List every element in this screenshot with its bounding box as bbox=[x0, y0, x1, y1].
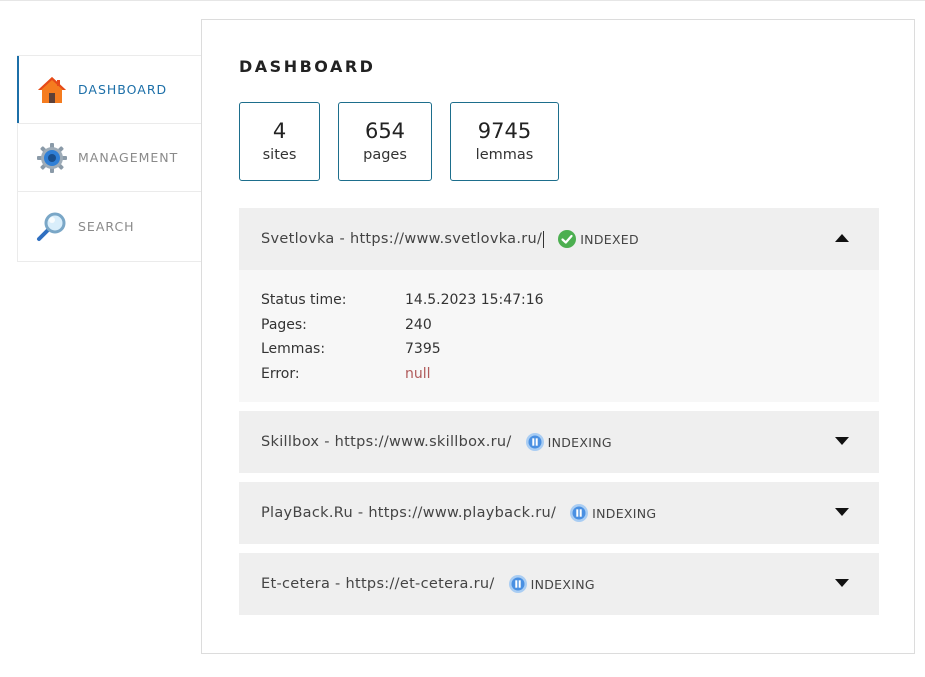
search-icon bbox=[36, 210, 68, 242]
status-badge: INDEXING bbox=[592, 505, 657, 521]
detail-key: Status time: bbox=[261, 292, 347, 308]
stats-row: 4 sites 654 pages 9745 lemmas bbox=[239, 102, 577, 181]
sidebar: DASHBOARD MANAGEMENT SEARCH bbox=[17, 55, 201, 262]
stat-value: 9745 bbox=[477, 118, 532, 143]
stat-label: sites bbox=[262, 146, 297, 163]
site-title: PlayBack.Ru - https://www.playback.ru/ bbox=[261, 505, 557, 521]
sidebar-item-label: MANAGEMENT bbox=[78, 150, 179, 165]
sidebar-item-dashboard[interactable]: DASHBOARD bbox=[17, 56, 201, 124]
chevron-down-icon[interactable] bbox=[835, 436, 849, 446]
sidebar-item-search[interactable]: SEARCH bbox=[18, 192, 201, 260]
site-item: Et-cetera - https://et-cetera.ru/ INDEXI… bbox=[239, 553, 879, 615]
pause-circle-icon bbox=[525, 433, 544, 451]
site-title: Svetlovka - https://www.svetlovka.ru/ bbox=[261, 231, 543, 247]
main-panel: DASHBOARD 4 sites 654 pages 9745 lemmas … bbox=[201, 19, 915, 654]
pause-circle-icon bbox=[570, 504, 589, 522]
sidebar-item-management[interactable]: MANAGEMENT bbox=[18, 124, 201, 192]
detail-key: Pages: bbox=[261, 316, 307, 333]
detail-key: Lemmas: bbox=[261, 341, 326, 357]
stat-value: 4 bbox=[272, 118, 287, 143]
site-list: Svetlovka - https://www.svetlovka.ru/ IN… bbox=[239, 208, 879, 624]
chevron-down-icon[interactable] bbox=[835, 578, 849, 588]
site-header[interactable]: Svetlovka - https://www.svetlovka.ru/ IN… bbox=[239, 208, 879, 270]
status-badge: INDEXING bbox=[547, 434, 612, 450]
stat-card-pages: 654 pages bbox=[338, 102, 432, 181]
site-item: Skillbox - https://www.skillbox.ru/ INDE… bbox=[239, 411, 879, 473]
stat-value: 654 bbox=[364, 118, 406, 143]
stat-label: lemmas bbox=[475, 146, 534, 163]
top-divider bbox=[0, 0, 925, 1]
site-header[interactable]: Skillbox - https://www.skillbox.ru/ INDE… bbox=[239, 411, 879, 473]
pause-circle-icon bbox=[508, 575, 527, 593]
home-icon bbox=[36, 74, 68, 106]
stat-card-sites: 4 sites bbox=[239, 102, 320, 181]
detail-value: 7395 bbox=[405, 341, 441, 357]
error-value: null bbox=[405, 365, 431, 382]
sidebar-item-label: DASHBOARD bbox=[78, 82, 168, 97]
site-title: Skillbox - https://www.skillbox.ru/ bbox=[261, 434, 512, 450]
site-details: Status time: 14.5.2023 15:47:16 Pages: 2… bbox=[239, 270, 879, 402]
page-title: DASHBOARD bbox=[239, 57, 376, 76]
chevron-down-icon[interactable] bbox=[835, 507, 849, 517]
site-item: Svetlovka - https://www.svetlovka.ru/ IN… bbox=[239, 208, 879, 402]
site-item: PlayBack.Ru - https://www.playback.ru/ I… bbox=[239, 482, 879, 544]
site-header[interactable]: PlayBack.Ru - https://www.playback.ru/ I… bbox=[239, 482, 879, 544]
status-badge: INDEXING bbox=[530, 576, 595, 592]
site-header[interactable]: Et-cetera - https://et-cetera.ru/ INDEXI… bbox=[239, 553, 879, 615]
sidebar-item-label: SEARCH bbox=[78, 218, 135, 234]
detail-value: 240 bbox=[405, 316, 432, 333]
stat-card-lemmas: 9745 lemmas bbox=[450, 102, 559, 181]
detail-row: Error: null bbox=[261, 362, 857, 387]
detail-key: Error: bbox=[261, 365, 300, 382]
detail-row: Status time: 14.5.2023 15:47:16 bbox=[261, 288, 857, 313]
detail-value: 14.5.2023 15:47:16 bbox=[405, 292, 544, 308]
site-title: Et-cetera - https://et-cetera.ru/ bbox=[261, 576, 495, 592]
chevron-up-icon[interactable] bbox=[835, 233, 849, 243]
gear-icon bbox=[36, 142, 68, 174]
detail-row: Lemmas: 7395 bbox=[261, 337, 857, 362]
detail-row: Pages: 240 bbox=[261, 313, 857, 338]
text-cursor bbox=[543, 230, 545, 248]
check-circle-icon bbox=[558, 230, 577, 248]
stat-label: pages bbox=[363, 146, 407, 163]
status-badge: INDEXED bbox=[580, 231, 639, 247]
